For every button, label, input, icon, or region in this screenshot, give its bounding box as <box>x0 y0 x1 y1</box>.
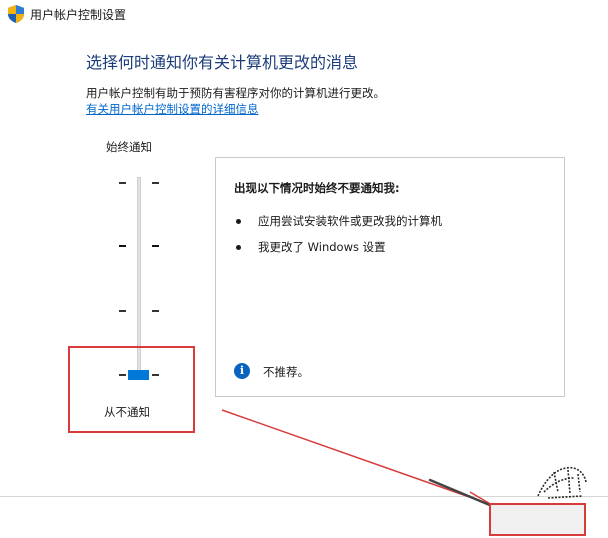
slider-tick <box>152 310 159 312</box>
slider-highlight-annotation <box>68 346 195 433</box>
info-panel-heading: 出现以下情况时始终不要通知我: <box>234 181 400 195</box>
footer-divider <box>0 496 608 497</box>
page-description: 用户帐户控制有助于预防有害程序对你的计算机进行更改。 <box>86 86 385 100</box>
slider-tick <box>119 310 126 312</box>
slider-tick <box>119 182 126 184</box>
info-bullet: 应用尝试安装软件或更改我的计算机 <box>236 213 442 229</box>
info-panel: 出现以下情况时始终不要通知我: 应用尝试安装软件或更改我的计算机 我更改了 Wi… <box>215 157 565 397</box>
uac-shield-icon <box>8 5 24 23</box>
slider-tick <box>119 245 126 247</box>
title-bar: 用户帐户控制设置 <box>0 0 608 28</box>
page-heading: 选择何时通知你有关计算机更改的消息 <box>86 53 359 72</box>
window-title: 用户帐户控制设置 <box>30 8 127 22</box>
slider-tick <box>152 182 159 184</box>
info-icon: i <box>234 363 250 379</box>
ok-button-highlight-annotation <box>489 503 586 536</box>
more-info-link[interactable]: 有关用户帐户控制设置的详细信息 <box>86 101 259 117</box>
info-bullet: 我更改了 Windows 设置 <box>236 239 386 255</box>
info-note: 不推荐。 <box>263 365 309 379</box>
slider-top-label: 始终通知 <box>106 140 152 154</box>
scribble-annotation <box>537 466 587 499</box>
info-bullet-text: 我更改了 Windows 设置 <box>258 240 386 254</box>
bullet-dot <box>236 244 241 250</box>
info-bullet-text: 应用尝试安装软件或更改我的计算机 <box>258 214 442 228</box>
slider-tick <box>152 245 159 247</box>
bullet-dot <box>236 218 241 224</box>
